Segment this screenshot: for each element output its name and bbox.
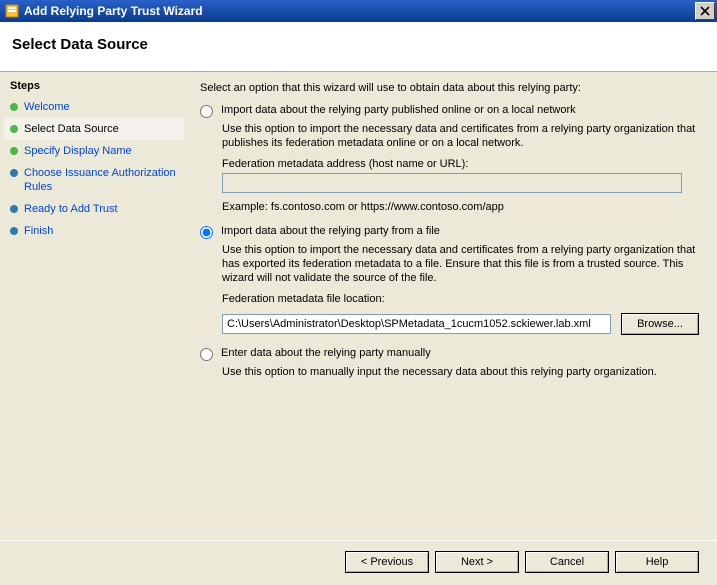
intro-text: Select an option that this wizard will u… — [200, 82, 699, 94]
step-label: Ready to Add Trust — [24, 202, 118, 216]
step-bullet-icon — [10, 227, 18, 235]
radio-import-file[interactable] — [200, 226, 213, 239]
metadata-url-example: Example: fs.contoso.com or https://www.c… — [222, 201, 699, 213]
sidebar-item-specify-display-name[interactable]: Specify Display Name — [4, 140, 184, 162]
metadata-file-label: Federation metadata file location: — [222, 293, 699, 305]
sidebar-item-welcome[interactable]: Welcome — [4, 96, 184, 118]
step-bullet-icon — [10, 103, 18, 111]
metadata-file-row: Browse... — [222, 313, 699, 335]
title-bar: Add Relying Party Trust Wizard — [0, 0, 717, 22]
step-bullet-icon — [10, 147, 18, 155]
radio-manual[interactable] — [200, 348, 213, 361]
header: Select Data Source — [0, 22, 717, 72]
step-bullet-icon — [10, 205, 18, 213]
option-label: Import data about the relying party publ… — [221, 104, 576, 116]
step-bullet-icon — [10, 169, 18, 177]
metadata-url-label: Federation metadata address (host name o… — [222, 158, 699, 170]
metadata-url-group: Federation metadata address (host name o… — [222, 158, 699, 193]
option-label: Import data about the relying party from… — [221, 225, 440, 237]
option-manual[interactable]: Enter data about the relying party manua… — [200, 347, 699, 361]
option-import-online-desc: Use this option to import the necessary … — [222, 122, 699, 150]
step-label: Choose Issuance Authorization Rules — [24, 166, 178, 194]
steps-sidebar: Steps Welcome Select Data Source Specify… — [0, 72, 188, 540]
close-button[interactable] — [695, 2, 715, 20]
sidebar-item-ready-to-add-trust[interactable]: Ready to Add Trust — [4, 198, 184, 220]
body: Steps Welcome Select Data Source Specify… — [0, 72, 717, 540]
steps-heading: Steps — [4, 80, 184, 96]
next-button[interactable]: Next > — [435, 551, 519, 573]
option-label: Enter data about the relying party manua… — [221, 347, 431, 359]
app-icon — [4, 3, 20, 19]
step-label: Welcome — [24, 100, 70, 114]
help-button[interactable]: Help — [615, 551, 699, 573]
option-import-file-desc: Use this option to import the necessary … — [222, 243, 699, 285]
wizard-footer: < Previous Next > Cancel Help — [0, 540, 717, 585]
step-bullet-icon — [10, 125, 18, 133]
sidebar-item-choose-issuance-authorization-rules[interactable]: Choose Issuance Authorization Rules — [4, 162, 184, 198]
page-title: Select Data Source — [12, 36, 705, 53]
metadata-file-group: Federation metadata file location: — [222, 293, 699, 305]
metadata-file-input[interactable] — [222, 314, 611, 334]
sidebar-item-select-data-source[interactable]: Select Data Source — [4, 118, 184, 140]
window-title: Add Relying Party Trust Wizard — [24, 4, 695, 18]
sidebar-item-finish[interactable]: Finish — [4, 220, 184, 242]
previous-button[interactable]: < Previous — [345, 551, 429, 573]
step-label: Select Data Source — [24, 122, 119, 136]
browse-button[interactable]: Browse... — [621, 313, 699, 335]
step-label: Finish — [24, 224, 53, 238]
step-label: Specify Display Name — [24, 144, 132, 158]
option-manual-desc: Use this option to manually input the ne… — [222, 365, 699, 379]
option-import-file[interactable]: Import data about the relying party from… — [200, 225, 699, 239]
option-import-online[interactable]: Import data about the relying party publ… — [200, 104, 699, 118]
cancel-button[interactable]: Cancel — [525, 551, 609, 573]
metadata-url-input[interactable] — [222, 173, 682, 193]
main-content: Select an option that this wizard will u… — [188, 72, 717, 540]
radio-import-online[interactable] — [200, 105, 213, 118]
